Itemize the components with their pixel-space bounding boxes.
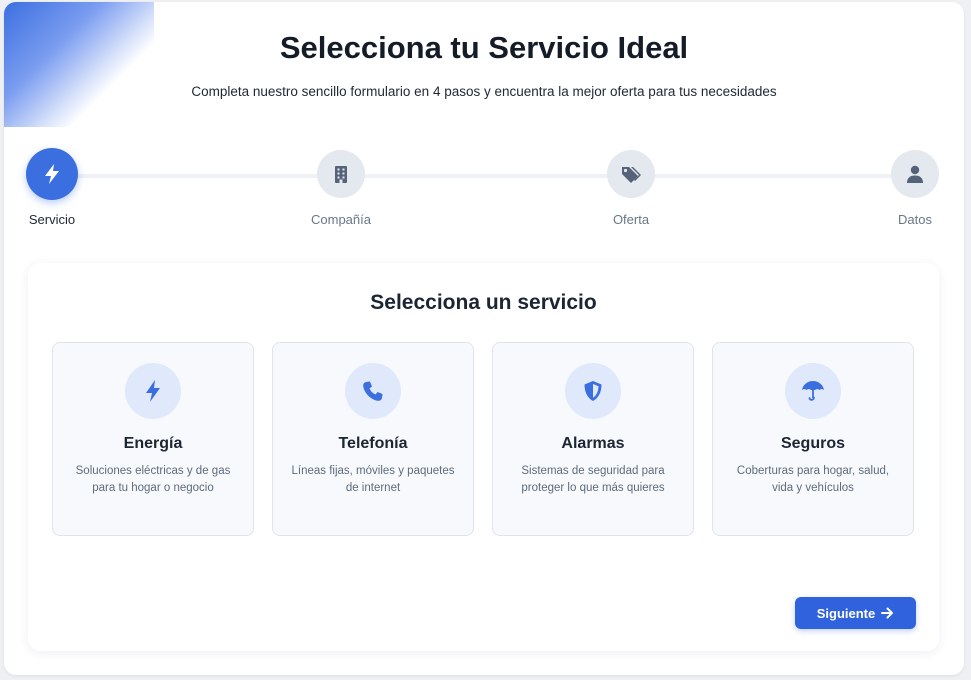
service-option-seguros[interactable]: Seguros Coberturas para hogar, salud, vi… [712, 342, 914, 536]
service-name: Energía [123, 435, 183, 452]
step-circle [891, 150, 939, 198]
stepper-track [54, 174, 914, 178]
tags-icon [620, 165, 642, 183]
section-title: Selecciona un servicio [370, 291, 597, 314]
step-label: Compañía [311, 212, 371, 227]
service-description: Líneas fijas, móviles y paquetes de inte… [291, 465, 455, 494]
step-oferta[interactable]: Oferta [576, 148, 686, 227]
service-name: Telefonía [338, 435, 408, 452]
service-option-energia[interactable]: Energía Soluciones eléctricas y de gas p… [52, 342, 254, 536]
building-icon [333, 165, 349, 183]
step-circle [317, 150, 365, 198]
next-button-label: Siguiente [816, 605, 876, 621]
next-button[interactable]: Siguiente [795, 597, 916, 629]
step-circle [607, 150, 655, 198]
step-servicio[interactable]: Servicio [4, 148, 107, 227]
progress-stepper: Servicio Compañía Oferta Datos [4, 148, 964, 238]
service-icon-circle [345, 363, 401, 419]
service-description: Sistemas de seguridad para proteger lo q… [521, 465, 665, 494]
service-icon-circle [125, 363, 181, 419]
service-icon-circle [565, 363, 621, 419]
page-title: Selecciona tu Servicio Ideal [279, 30, 689, 65]
step-label: Oferta [612, 212, 650, 227]
step-compania[interactable]: Compañía [286, 148, 396, 227]
service-icon-circle [785, 363, 841, 419]
service-option-telefonia[interactable]: Telefonía Líneas fijas, móviles y paquet… [272, 342, 474, 536]
arrow-right-icon [881, 607, 894, 619]
service-name: Alarmas [561, 435, 625, 452]
step-label: Datos [898, 212, 932, 227]
shield-icon [583, 380, 603, 402]
step-datos[interactable]: Datos [860, 148, 964, 227]
bolt-icon [42, 163, 62, 185]
bolt-icon [143, 379, 163, 403]
phone-icon [362, 380, 384, 402]
page-subtitle: Completa nuestro sencillo formulario en … [191, 84, 777, 99]
service-option-alarmas[interactable]: Alarmas Sistemas de seguridad para prote… [492, 342, 694, 536]
wizard-panel: Selecciona tu Servicio Ideal Completa nu… [4, 2, 964, 675]
service-selection-card: Selecciona un servicio Energía Solucione… [28, 263, 939, 651]
step-label: Servicio [28, 212, 76, 227]
service-name: Seguros [780, 435, 845, 452]
service-description: Soluciones eléctricas y de gas para tu h… [75, 465, 231, 494]
service-description: Coberturas para hogar, salud, vida y veh… [736, 465, 890, 494]
user-icon [906, 165, 924, 183]
step-circle [26, 148, 78, 200]
umbrella-icon [801, 379, 825, 403]
